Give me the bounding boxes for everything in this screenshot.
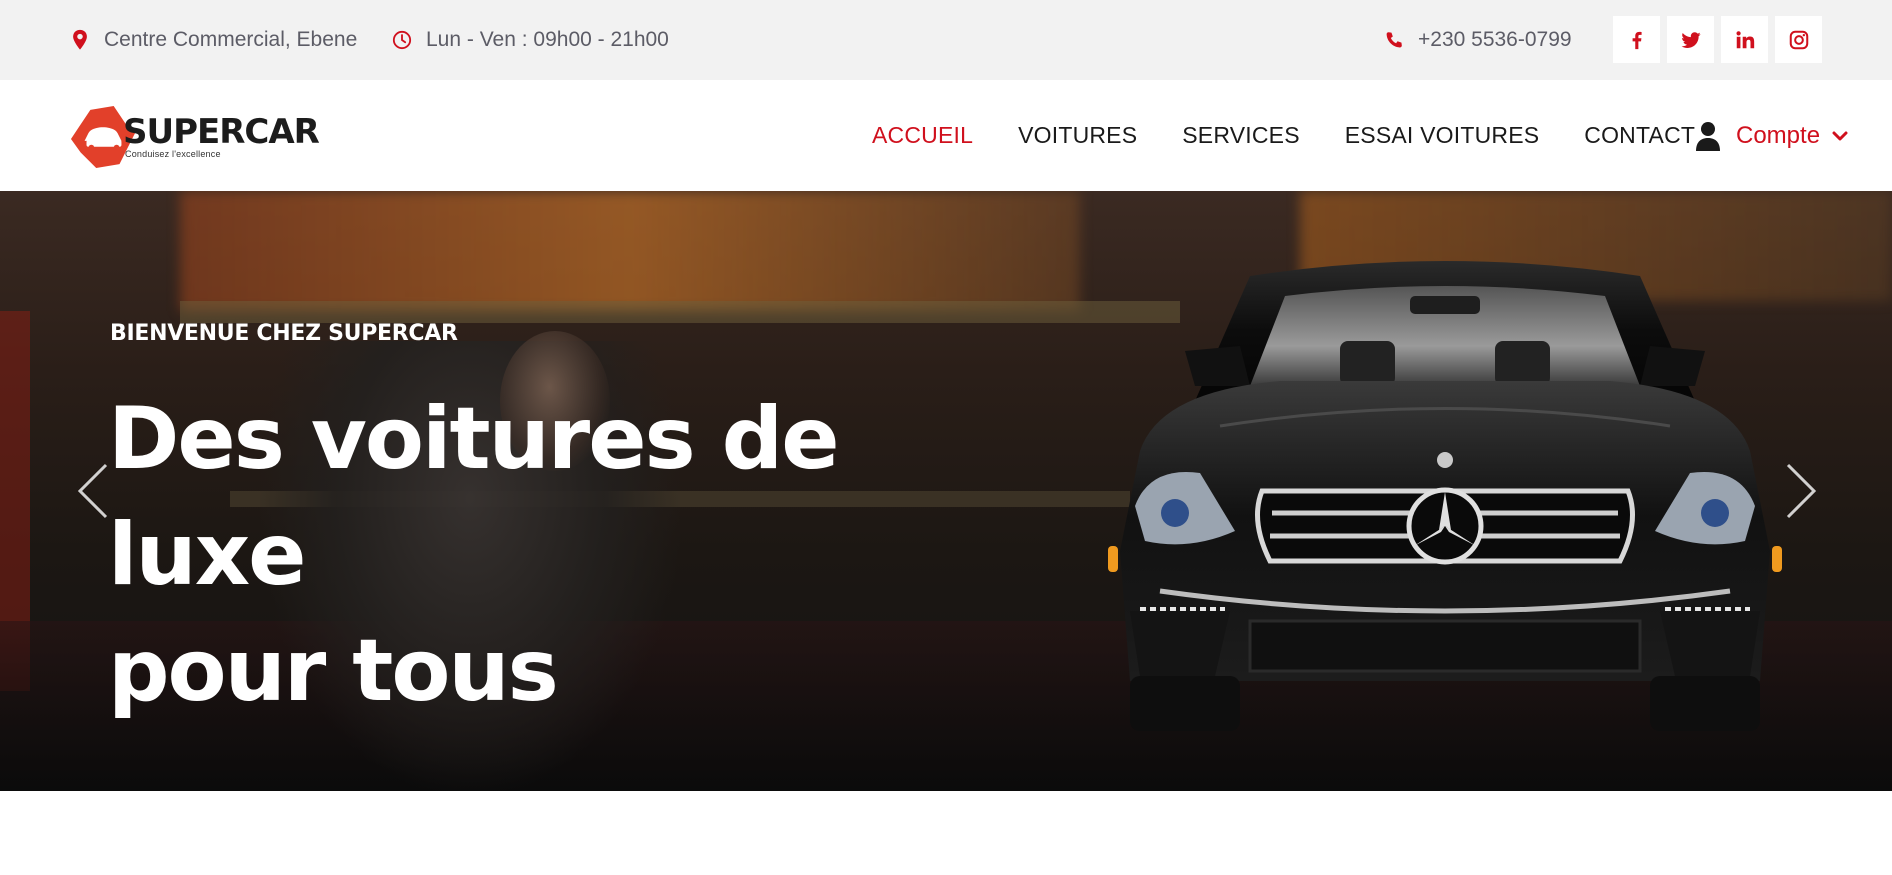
slider-prev-arrow[interactable] — [74, 461, 114, 521]
background-beam — [180, 301, 1180, 323]
linkedin-button[interactable] — [1721, 16, 1768, 63]
nav-link-voitures[interactable]: VOITURES — [1018, 122, 1137, 149]
nav-link-contact[interactable]: CONTACT — [1584, 122, 1695, 149]
phone-text[interactable]: +230 5536-0799 — [1418, 28, 1572, 52]
phone-info[interactable]: +230 5536-0799 — [1384, 0, 1572, 80]
logo-brand-name: SUPERCAR — [123, 112, 320, 152]
hero-slider: BIENVENUE CHEZ SUPERCAR Des voitures de … — [0, 191, 1892, 791]
hours-info: Lun - Ven : 09h00 - 21h00 — [392, 0, 669, 80]
facebook-button[interactable] — [1613, 16, 1660, 63]
nav-link-services[interactable]: SERVICES — [1182, 122, 1300, 149]
facebook-icon — [1632, 31, 1642, 49]
social-links — [1613, 16, 1822, 63]
phone-icon — [1386, 32, 1402, 48]
linkedin-icon — [1735, 30, 1754, 48]
nav-menu: ACCUEIL VOITURES SERVICES ESSAI VOITURES… — [872, 80, 1740, 191]
logo-tagline: Conduisez l'excellence — [125, 149, 221, 159]
supercar-logo[interactable]: SUPERCAR Conduisez l'excellence — [68, 102, 320, 170]
user-icon — [1696, 121, 1720, 151]
luxury-car-image — [1108, 261, 1782, 731]
location-info: Centre Commercial, Ebene — [70, 0, 357, 80]
twitter-icon — [1680, 31, 1701, 48]
hero-title: Des voitures de luxe pour tous — [108, 381, 1008, 729]
hero-title-line-1: Des voitures de luxe — [108, 389, 840, 605]
hero-subtitle: BIENVENUE CHEZ SUPERCAR — [110, 321, 458, 346]
instagram-button[interactable] — [1775, 16, 1822, 63]
account-menu[interactable]: Compte — [1694, 80, 1848, 191]
main-navbar: SUPERCAR Conduisez l'excellence ACCUEIL … — [0, 80, 1892, 191]
clock-icon — [392, 30, 412, 50]
hours-text: Lun - Ven : 09h00 - 21h00 — [426, 28, 669, 51]
nav-link-accueil[interactable]: ACCUEIL — [872, 122, 973, 149]
slider-next-arrow[interactable] — [1780, 461, 1820, 521]
twitter-button[interactable] — [1667, 16, 1714, 63]
instagram-icon — [1789, 30, 1808, 49]
chevron-down-icon — [1832, 131, 1848, 140]
map-marker-icon — [73, 29, 87, 50]
location-text: Centre Commercial, Ebene — [104, 28, 358, 51]
top-info-bar: Centre Commercial, Ebene Lun - Ven : 09h… — [0, 0, 1892, 80]
background-light — [180, 191, 1080, 311]
account-label: Compte — [1736, 121, 1821, 149]
hero-title-line-2: pour tous — [108, 621, 559, 721]
nav-link-essai-voitures[interactable]: ESSAI VOITURES — [1345, 122, 1540, 149]
